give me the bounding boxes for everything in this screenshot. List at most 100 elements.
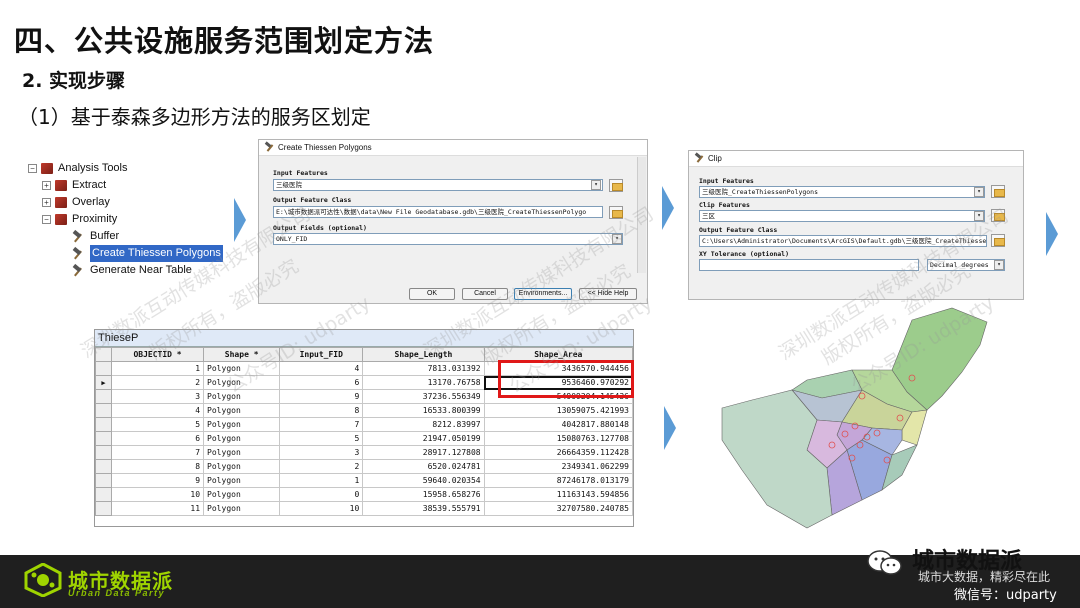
- table-cell[interactable]: Polygon: [203, 375, 281, 390]
- table-cell[interactable]: 15958.658276: [362, 487, 485, 502]
- table-row[interactable]: 10 Polygon 0 15958.658276 11163143.594856: [95, 487, 634, 502]
- table-cell[interactable]: 26664359.112428: [483, 445, 634, 460]
- input-features-field[interactable]: 三级医院: [273, 179, 603, 191]
- tree-item-buffer[interactable]: Buffer: [28, 228, 238, 245]
- table-cell[interactable]: 59640.020354: [362, 473, 485, 488]
- tree-item-analysis-tools[interactable]: − Analysis Tools: [28, 160, 238, 177]
- table-cell[interactable]: Polygon: [203, 501, 281, 516]
- tree-item-create-thiessen-polygons[interactable]: Create Thiessen Polygons: [28, 245, 238, 262]
- table-cell[interactable]: 13059075.421993: [483, 403, 634, 418]
- row-selector[interactable]: [95, 431, 112, 446]
- table-cell[interactable]: Polygon: [203, 473, 281, 488]
- table-cell[interactable]: 10: [110, 487, 205, 502]
- ok-button[interactable]: OK: [409, 288, 455, 300]
- row-selector[interactable]: [95, 445, 112, 460]
- row-selector[interactable]: [95, 417, 112, 432]
- table-cell[interactable]: 6520.024781: [362, 459, 485, 474]
- table-cell[interactable]: 4042817.880148: [483, 417, 634, 432]
- folder-icon[interactable]: [609, 206, 623, 219]
- expand-icon[interactable]: +: [42, 181, 51, 190]
- chevron-down-icon[interactable]: ▾: [974, 187, 984, 197]
- table-cell[interactable]: 32707580.240785: [483, 501, 634, 516]
- table-row[interactable]: 11 Polygon 10 38539.555791 32707580.240785: [95, 501, 634, 516]
- table-cell[interactable]: 7813.031392: [362, 361, 485, 376]
- table-row[interactable]: 8 Polygon 2 6520.024781 2349341.062299: [95, 459, 634, 474]
- table-cell[interactable]: 37236.556349: [362, 389, 485, 404]
- folder-icon[interactable]: [991, 185, 1005, 198]
- table-cell[interactable]: 2349341.062299: [483, 459, 634, 474]
- folder-icon[interactable]: [609, 179, 623, 192]
- table-cell[interactable]: 7: [279, 417, 364, 432]
- chevron-down-icon[interactable]: ▾: [612, 234, 622, 244]
- tree-item-overlay[interactable]: + Overlay: [28, 194, 238, 211]
- table-cell[interactable]: 11: [110, 501, 205, 516]
- row-selector-header[interactable]: [95, 347, 112, 362]
- hide-help-button[interactable]: << Hide Help: [579, 288, 637, 300]
- table-cell[interactable]: 8: [279, 403, 364, 418]
- table-cell[interactable]: Polygon: [203, 487, 281, 502]
- tree-item-proximity[interactable]: − Proximity: [28, 211, 238, 228]
- chevron-down-icon[interactable]: ▾: [974, 211, 984, 221]
- current-row-indicator-icon[interactable]: ▶: [95, 375, 112, 390]
- table-cell[interactable]: 8: [110, 459, 205, 474]
- table-cell[interactable]: 87246178.013179: [483, 473, 634, 488]
- table-cell[interactable]: 9: [279, 389, 364, 404]
- table-cell[interactable]: 3: [279, 445, 364, 460]
- table-cell[interactable]: 13170.76758: [362, 375, 485, 390]
- clip-features-field[interactable]: 三区: [699, 210, 985, 222]
- table-cell[interactable]: 16533.800399: [362, 403, 485, 418]
- cancel-button[interactable]: Cancel: [462, 288, 508, 300]
- table-cell[interactable]: 21947.050199: [362, 431, 485, 446]
- table-cell[interactable]: 1: [279, 473, 364, 488]
- table-row[interactable]: 6 Polygon 5 21947.050199 15080763.127708: [95, 431, 634, 446]
- column-header[interactable]: Shape *: [203, 347, 281, 362]
- folder-icon[interactable]: [991, 234, 1005, 247]
- row-selector[interactable]: [95, 487, 112, 502]
- output-fields-select[interactable]: ONLY_FID: [273, 233, 623, 245]
- folder-icon[interactable]: [991, 209, 1005, 222]
- table-row[interactable]: 5 Polygon 7 8212.83997 4042817.880148: [95, 417, 634, 432]
- table-cell[interactable]: Polygon: [203, 403, 281, 418]
- expand-icon[interactable]: +: [42, 198, 51, 207]
- table-cell[interactable]: 5: [110, 417, 205, 432]
- table-row[interactable]: 4 Polygon 8 16533.800399 13059075.421993: [95, 403, 634, 418]
- tree-item-extract[interactable]: + Extract: [28, 177, 238, 194]
- input-features-field[interactable]: 三级医院_CreateThiessenPolygons: [699, 186, 985, 198]
- table-cell[interactable]: 28917.127808: [362, 445, 485, 460]
- xy-tolerance-field[interactable]: [699, 259, 919, 271]
- row-selector[interactable]: [95, 389, 112, 404]
- table-cell[interactable]: 8212.83997: [362, 417, 485, 432]
- table-cell[interactable]: 5: [279, 431, 364, 446]
- dialog-scrollbar[interactable]: [637, 157, 646, 273]
- table-cell[interactable]: 1: [110, 361, 205, 376]
- tree-item-generate-near-table[interactable]: Generate Near Table: [28, 262, 238, 279]
- table-row[interactable]: 7 Polygon 3 28917.127808 26664359.112428: [95, 445, 634, 460]
- table-cell[interactable]: 6: [279, 375, 364, 390]
- row-selector[interactable]: [95, 403, 112, 418]
- chevron-down-icon[interactable]: ▾: [591, 180, 601, 190]
- output-feature-class-field[interactable]: E:\城市数据派可达性\数据\data\New File Geodatabase…: [273, 206, 603, 218]
- table-cell[interactable]: 6: [110, 431, 205, 446]
- table-cell[interactable]: Polygon: [203, 389, 281, 404]
- column-header[interactable]: OBJECTID *: [110, 347, 205, 362]
- row-selector[interactable]: [95, 459, 112, 474]
- row-selector[interactable]: [95, 361, 112, 376]
- table-cell[interactable]: 4: [110, 403, 205, 418]
- table-cell[interactable]: 3: [110, 389, 205, 404]
- collapse-icon[interactable]: −: [42, 215, 51, 224]
- table-cell[interactable]: 9: [110, 473, 205, 488]
- table-cell[interactable]: 15080763.127708: [483, 431, 634, 446]
- output-feature-class-field[interactable]: C:\Users\Administrator\Documents\ArcGIS\…: [699, 235, 987, 247]
- row-selector[interactable]: [95, 473, 112, 488]
- table-cell[interactable]: 10: [279, 501, 364, 516]
- table-cell[interactable]: Polygon: [203, 445, 281, 460]
- column-header[interactable]: Input_FID: [279, 347, 364, 362]
- table-cell[interactable]: Polygon: [203, 361, 281, 376]
- environments-button[interactable]: Environments...: [514, 288, 572, 300]
- row-selector[interactable]: [95, 501, 112, 516]
- table-cell[interactable]: Polygon: [203, 417, 281, 432]
- chevron-down-icon[interactable]: ▾: [994, 260, 1004, 270]
- table-cell[interactable]: 7: [110, 445, 205, 460]
- table-cell[interactable]: 11163143.594856: [483, 487, 634, 502]
- column-header[interactable]: Shape_Length: [362, 347, 485, 362]
